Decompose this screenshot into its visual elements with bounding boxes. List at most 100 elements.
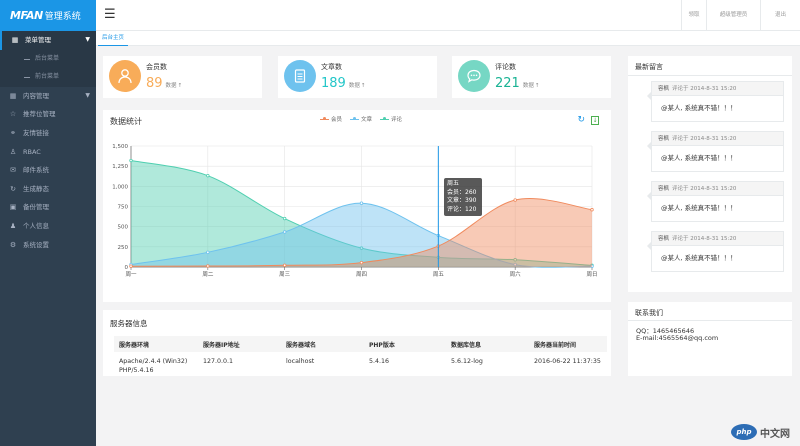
sidebar-item-recommend[interactable]: ☆ 推荐位管理 bbox=[0, 105, 96, 124]
stat-number: 89 bbox=[146, 76, 163, 91]
x-tick-label: 周日 bbox=[586, 271, 597, 278]
watermark-text: 中文网 bbox=[760, 428, 790, 440]
tooltip-row: 文章：390 bbox=[447, 197, 477, 204]
logo-text: 管理系统 bbox=[44, 12, 81, 22]
tooltip-row: 评论：120 bbox=[447, 205, 477, 213]
messages-title: 最新留言 bbox=[635, 63, 663, 71]
message-item: 容枫 评论于 2014-8-31 15:20 @某人, 系统真不错！！！ bbox=[647, 81, 784, 122]
sidebar-item-rbac[interactable]: ♙ RBAC bbox=[0, 143, 96, 162]
message-item: 容枫 评论于 2014-8-31 15:20 @某人, 系统真不错！！！ bbox=[647, 231, 784, 272]
data-point bbox=[359, 260, 364, 265]
sidebar: MFAN 管理系统 ▦ 菜单管理 ▼ 后台菜单 前台菜单 ▦ 内容管理 ▼ ☆ 推… bbox=[0, 0, 96, 446]
stat-card-members: 会员数 89 数据↑ bbox=[103, 56, 262, 98]
y-tick-label: 250 bbox=[118, 245, 129, 251]
app: MFAN 管理系统 ▦ 菜单管理 ▼ 后台菜单 前台菜单 ▦ 内容管理 ▼ ☆ 推… bbox=[0, 0, 800, 446]
column-header: 服务器当前时间 bbox=[529, 336, 607, 352]
grid-icon: ▦ bbox=[11, 36, 19, 44]
stat-card-articles: 文章数 189 数据↑ bbox=[278, 56, 437, 98]
table-cell: 5.4.16 bbox=[369, 358, 390, 365]
sidebar-item-profile[interactable]: ♟ 个人信息 bbox=[0, 217, 96, 236]
sidebar-nav: ▦ 菜单管理 ▼ 后台菜单 前台菜单 ▦ 内容管理 ▼ ☆ 推荐位管理 ⚭ 友情… bbox=[0, 31, 96, 254]
y-tick-label: 1,000 bbox=[112, 184, 128, 190]
tab-bar: 后台主页 bbox=[96, 31, 800, 46]
x-tick-label: 周四 bbox=[356, 271, 367, 278]
message-item: 容枫 评论于 2014-8-31 15:20 @某人, 系统真不错！！！ bbox=[647, 131, 784, 172]
sidebar-item-mail[interactable]: ✉ 邮件系统 bbox=[0, 161, 96, 180]
tab-home[interactable]: 后台主页 bbox=[98, 31, 129, 46]
admin-button[interactable]: 超级管理员 bbox=[706, 0, 760, 31]
arrow-up-icon: ↑ bbox=[534, 83, 540, 89]
column-header: 数据库信息 bbox=[446, 336, 529, 352]
table-cell: 127.0.0.1 bbox=[203, 358, 234, 365]
divider bbox=[628, 75, 792, 76]
sidebar-item-label: 前台菜单 bbox=[35, 73, 60, 81]
backup-icon: ▣ bbox=[9, 203, 17, 212]
logout-button[interactable]: 退出 bbox=[760, 0, 800, 31]
stat-unit: 数据 bbox=[165, 83, 177, 89]
sidebar-item-label: 菜单管理 bbox=[25, 36, 51, 44]
area-chart: 02505007501,0001,2501,500周一 周二 周三 周四 周五 周六 周日 bbox=[112, 144, 597, 278]
watermark-logo: php bbox=[731, 424, 757, 440]
chart-tooltip: 周五 会员：260 文章：390 评论：120 bbox=[444, 178, 482, 216]
data-point bbox=[513, 198, 517, 202]
sidebar-item-label: 后台菜单 bbox=[35, 54, 60, 62]
stat-label: 评论数 bbox=[495, 63, 516, 71]
y-tick-label: 500 bbox=[118, 225, 129, 231]
sidebar-item-menu-manage[interactable]: ▦ 菜单管理 ▼ bbox=[0, 31, 96, 50]
message-header: 容枫 评论于 2014-8-31 15:20 bbox=[652, 132, 783, 146]
stat-number: 189 bbox=[321, 76, 346, 91]
caret-down-icon: ▼ bbox=[85, 91, 90, 99]
data-point bbox=[206, 264, 210, 268]
sidebar-item-label: 友情链接 bbox=[23, 128, 49, 137]
message-author[interactable]: 容枫 bbox=[658, 236, 669, 242]
column-header: 服务器环境 bbox=[114, 336, 198, 352]
sidebar-item-frontend-menu[interactable]: 前台菜单 bbox=[0, 68, 96, 87]
sidebar-item-label: 邮件系统 bbox=[23, 166, 49, 175]
topbar-button-1[interactable]: 领取 bbox=[681, 0, 706, 31]
sidebar-item-content[interactable]: ▦ 内容管理 ▼ bbox=[0, 87, 96, 106]
message-item: 容枫 评论于 2014-8-31 15:20 @某人, 系统真不错！！！ bbox=[647, 181, 784, 222]
y-tick-label: 0 bbox=[125, 265, 129, 271]
sidebar-item-label: 系统设置 bbox=[23, 240, 49, 249]
x-tick-label: 周一 bbox=[125, 271, 137, 278]
grid-icon: ▦ bbox=[9, 91, 17, 100]
x-tick-label: 周二 bbox=[202, 271, 214, 278]
data-point bbox=[129, 158, 133, 163]
sidebar-item-settings[interactable]: ⚙ 系统设置 bbox=[0, 236, 96, 255]
data-point bbox=[282, 216, 287, 221]
stat-unit: 数据 bbox=[522, 83, 534, 89]
stat-unit: 数据 bbox=[348, 83, 360, 89]
message-author[interactable]: 容枫 bbox=[658, 86, 669, 92]
table-cell: localhost bbox=[286, 358, 315, 365]
divider bbox=[628, 320, 792, 321]
message-time: 评论于 2014-8-31 15:20 bbox=[672, 236, 737, 242]
x-tick-label: 周六 bbox=[510, 270, 522, 278]
sidebar-item-backup[interactable]: ▣ 备份管理 bbox=[0, 198, 96, 217]
sidebar-item-static[interactable]: ↻ 生成静态 bbox=[0, 180, 96, 199]
document-icon bbox=[284, 60, 316, 92]
message-text: @某人, 系统真不错！！！ bbox=[661, 104, 737, 112]
logo[interactable]: MFAN 管理系统 bbox=[0, 0, 96, 31]
stat-value: 221 数据↑ bbox=[495, 76, 539, 91]
stat-number: 221 bbox=[495, 76, 520, 91]
message-author[interactable]: 容枫 bbox=[658, 186, 669, 192]
gear-icon: ⚙ bbox=[9, 240, 17, 249]
sidebar-item-links[interactable]: ⚭ 友情链接 bbox=[0, 124, 96, 143]
caret-down-icon: ▼ bbox=[85, 36, 90, 43]
tooltip-row: 会员：260 bbox=[447, 188, 477, 196]
data-point bbox=[590, 208, 594, 212]
y-tick-label: 750 bbox=[118, 205, 129, 211]
arrow-up-icon: ↑ bbox=[177, 83, 183, 89]
user-icon bbox=[109, 60, 141, 92]
person-icon: ♟ bbox=[9, 221, 17, 230]
message-author[interactable]: 容枫 bbox=[658, 136, 669, 142]
link-icon: ⚭ bbox=[10, 128, 16, 137]
hamburger-menu-icon[interactable]: ☰ bbox=[104, 6, 116, 24]
message-text: @某人, 系统真不错！！！ bbox=[661, 204, 737, 212]
message-text: @某人, 系统真不错！！！ bbox=[661, 254, 737, 262]
stat-label: 会员数 bbox=[146, 63, 167, 71]
sidebar-item-backend-menu[interactable]: 后台菜单 bbox=[0, 49, 96, 69]
refresh-icon: ↻ bbox=[10, 184, 16, 193]
server-info-title: 服务器信息 bbox=[110, 319, 148, 328]
data-point bbox=[206, 250, 210, 255]
